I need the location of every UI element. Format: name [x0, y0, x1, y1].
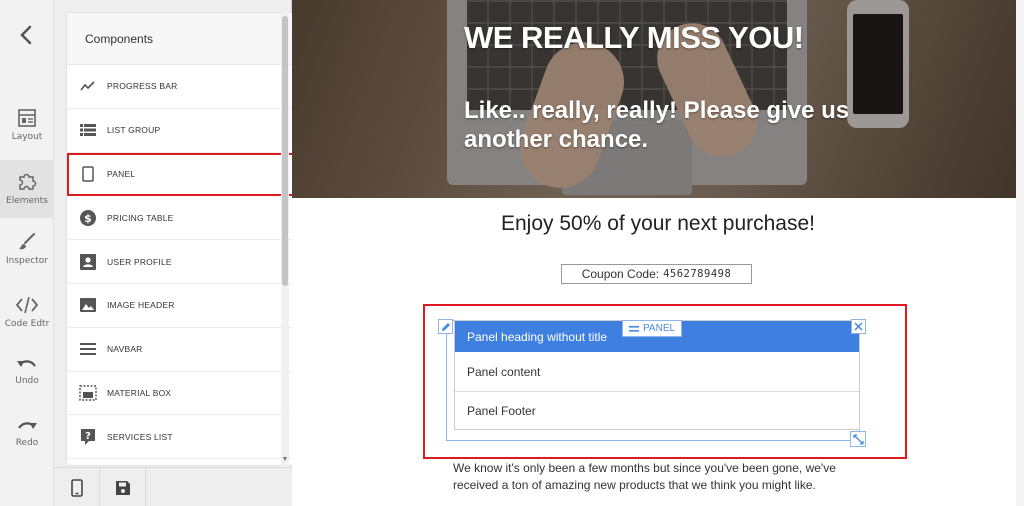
rail-label: Layout — [11, 132, 43, 142]
components-title: Components — [85, 31, 154, 46]
rail-redo[interactable]: Redo — [0, 418, 54, 476]
bottom-toolbar — [54, 467, 292, 506]
coupon-code: 4562789498 — [663, 268, 732, 280]
component-label: USER PROFILE — [107, 256, 172, 267]
mobile-preview-button[interactable] — [54, 468, 100, 506]
redo-icon — [18, 422, 37, 429]
components-panel: Components PROGRESS BAR LIST GROUP PANEL… — [54, 0, 322, 506]
trend-line-icon — [79, 77, 97, 95]
rail-label: Inspector — [6, 256, 48, 266]
mobile-icon — [70, 478, 83, 497]
hero-subtitle: Like.. really, really! Please give us an… — [464, 97, 850, 153]
panel-icon — [79, 165, 97, 183]
rail-label: Redo — [15, 438, 39, 448]
puzzle-icon — [19, 173, 37, 190]
scroll-thumb[interactable] — [282, 16, 288, 286]
pencil-icon — [441, 322, 450, 331]
component-label: PROGRESS BAR — [107, 81, 178, 92]
panel-content[interactable]: Panel content — [455, 352, 859, 392]
back-icon[interactable] — [14, 22, 40, 48]
user-profile-icon — [79, 253, 97, 271]
rail-label: Code Edtr — [4, 319, 50, 329]
component-label: SERVICES LIST — [107, 431, 173, 442]
hero-image-header[interactable]: WE REALLY MISS YOU! Like.. really, reall… — [292, 0, 1024, 198]
layout-icon — [18, 109, 36, 127]
rail-inspector[interactable]: Inspector — [0, 232, 54, 290]
component-label: PRICING TABLE — [107, 212, 174, 223]
code-icon — [15, 296, 39, 314]
help-icon: ? — [79, 428, 97, 446]
rail-elements[interactable]: Elements — [0, 160, 54, 218]
components-scrollbar[interactable]: ▼ — [281, 12, 289, 466]
scroll-down-icon[interactable]: ▼ — [281, 456, 289, 466]
dollar-icon: $ — [79, 209, 97, 227]
rail-layout[interactable]: Layout — [0, 108, 54, 166]
svg-text:$: $ — [84, 212, 92, 225]
coupon-box: Coupon Code: 4562789498 — [561, 264, 752, 284]
canvas-scrollbar[interactable] — [1016, 0, 1024, 506]
image-icon — [79, 296, 97, 314]
hero-title: WE REALLY MISS YOU! — [464, 20, 804, 55]
list-icon — [79, 121, 97, 139]
promo-heading: Enjoy 50% of your next purchase! — [500, 212, 815, 235]
body-paragraph: We know it's only been a few months but … — [453, 461, 836, 492]
panel-tag-label: PANEL — [643, 323, 676, 334]
panel-footer[interactable]: Panel Footer — [455, 392, 859, 430]
remove-element-button[interactable] — [851, 319, 866, 334]
rail-label: Elements — [6, 196, 48, 206]
rail-code-editor[interactable]: Code Edtr — [0, 295, 54, 353]
component-label: LIST GROUP — [107, 125, 161, 136]
material-box-icon — [79, 384, 97, 402]
close-icon — [854, 322, 863, 331]
component-label: IMAGE HEADER — [107, 300, 175, 311]
menu-icon — [79, 340, 97, 358]
resize-icon — [852, 433, 864, 445]
undo-icon — [17, 360, 36, 367]
rail-label: Undo — [15, 376, 39, 386]
component-label: NAVBAR — [107, 344, 143, 355]
component-label: MATERIAL BOX — [107, 387, 172, 398]
edit-element-button[interactable] — [438, 319, 453, 334]
panel-drag-handle[interactable]: PANEL — [622, 320, 683, 337]
rail-undo[interactable]: Undo — [0, 356, 54, 414]
resize-handle[interactable] — [850, 431, 866, 447]
drag-icon — [629, 325, 639, 332]
save-button[interactable] — [100, 468, 146, 506]
tool-rail: Layout Elements Inspector Code Edtr Undo… — [0, 0, 54, 506]
component-label: PANEL — [107, 168, 136, 179]
coupon-label: Coupon Code: — [581, 267, 660, 281]
save-icon — [115, 480, 130, 495]
svg-text:?: ? — [85, 431, 91, 442]
brush-icon — [19, 233, 35, 250]
page-canvas: WE REALLY MISS YOU! Like.. really, reall… — [292, 0, 1024, 506]
